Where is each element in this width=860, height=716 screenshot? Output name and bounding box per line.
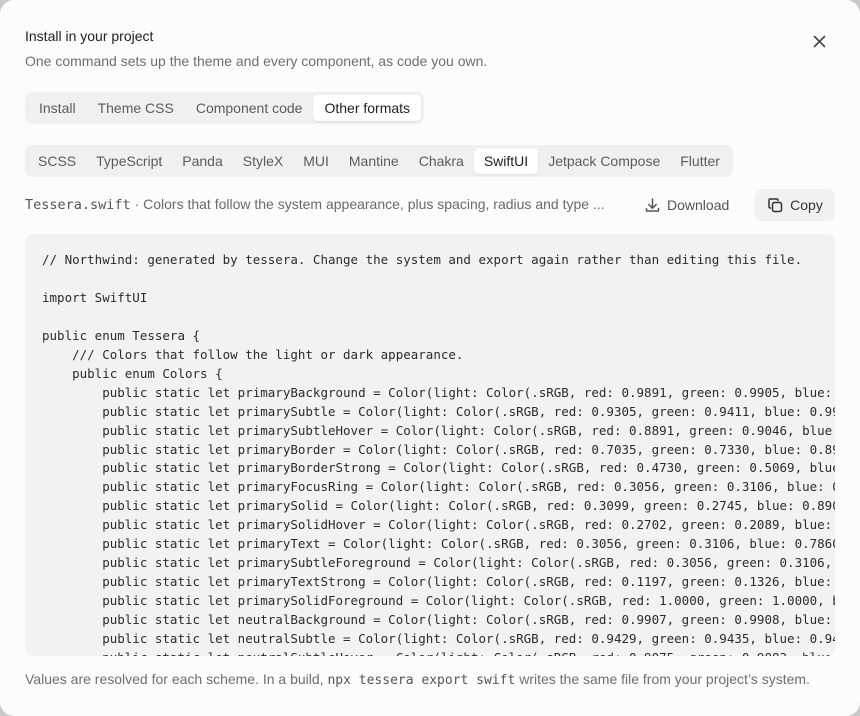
format-tab-mantine[interactable]: Mantine xyxy=(339,148,409,174)
dialog-subtitle: One command sets up the theme and every … xyxy=(25,53,488,69)
code-line: public static let primarySubtleHover = C… xyxy=(102,422,835,438)
code-line: public static let primarySubtleForegroun… xyxy=(102,555,833,571)
close-button[interactable] xyxy=(808,30,830,52)
copy-label: Copy xyxy=(790,197,823,213)
format-tab-bar: SCSS TypeScript Panda StyleX MUI Mantine Chakr… xyxy=(25,145,733,177)
code-line: public static let primarySolid = Color(l… xyxy=(102,498,835,514)
code-line: public enum Colors { xyxy=(42,365,223,381)
format-tab-swiftui[interactable]: SwiftUI xyxy=(473,148,539,174)
code-content: // Northwind: generated by tessera. Chan… xyxy=(42,251,835,656)
format-tab-mui[interactable]: MUI xyxy=(293,148,339,174)
code-line: public static let primaryTextStrong = Co… xyxy=(102,574,833,590)
copy-icon xyxy=(768,197,783,212)
format-tab-chakra[interactable]: Chakra xyxy=(409,148,474,174)
file-info: Tessera.swift · Colors that follow the s… xyxy=(25,196,620,213)
code-line: public static let primaryFocusRing = Col… xyxy=(102,479,835,495)
code-line: import SwiftUI xyxy=(42,289,148,305)
download-label: Download xyxy=(667,197,730,213)
code-line: // Northwind: generated by tessera. Chan… xyxy=(42,252,803,267)
file-name: Tessera.swift xyxy=(25,197,131,213)
tab-install[interactable]: Install xyxy=(28,95,87,121)
code-line: public static let primarySolidHover = Co… xyxy=(102,517,833,533)
format-tab-typescript[interactable]: TypeScript xyxy=(86,148,172,174)
tab-other-formats[interactable]: Other formats xyxy=(313,95,422,121)
code-line: public static let primaryBorderStrong = … xyxy=(102,460,835,476)
footer-suffix: writes the same file from your project’s… xyxy=(515,671,810,687)
download-icon xyxy=(645,197,660,212)
code-line: public static let neutralSubtle = Color(… xyxy=(102,631,835,647)
code-line: /// Colors that follow the light or dark… xyxy=(42,346,464,362)
primary-tab-bar: Install Theme CSS Component code Other form… xyxy=(25,92,425,124)
code-line: public static let primaryBorder = Color(… xyxy=(102,441,835,457)
format-tab-jetpack-compose[interactable]: Jetpack Compose xyxy=(538,148,670,174)
file-description: · Colors that follow the system appearan… xyxy=(130,196,605,212)
tab-theme-css[interactable]: Theme CSS xyxy=(87,95,185,121)
footer-command: npx tessera export swift xyxy=(327,673,516,688)
format-tab-scss[interactable]: SCSS xyxy=(28,148,86,174)
close-icon xyxy=(813,35,825,47)
tab-component-code[interactable]: Component code xyxy=(185,95,314,121)
format-tab-stylex[interactable]: StyleX xyxy=(233,148,293,174)
install-dialog: Install in your project One command sets… xyxy=(0,0,860,716)
dialog-title: Install in your project xyxy=(25,28,154,44)
copy-button[interactable]: Copy xyxy=(755,189,835,221)
footer-prefix: Values are resolved for each scheme. In … xyxy=(25,671,328,687)
format-tab-panda[interactable]: Panda xyxy=(172,148,232,174)
format-tab-flutter[interactable]: Flutter xyxy=(670,148,730,174)
code-line: public static let neutralBackground = Co… xyxy=(102,612,833,628)
code-line: public static let neutralSubtleHover = C… xyxy=(42,649,835,656)
code-line: public static let primarySubtle = Color(… xyxy=(102,403,835,419)
code-line: public static let primaryBackground = Co… xyxy=(102,384,833,400)
code-line: public static let primarySolidForeground… xyxy=(102,593,835,609)
code-line: public enum Tessera { xyxy=(42,327,201,343)
code-line: public static let primaryText = Color(li… xyxy=(102,536,835,552)
footer-note: Values are resolved for each scheme. In … xyxy=(25,671,810,688)
download-button[interactable]: Download xyxy=(644,192,729,218)
code-viewer[interactable]: // Northwind: generated by tessera. Chan… xyxy=(25,234,835,656)
